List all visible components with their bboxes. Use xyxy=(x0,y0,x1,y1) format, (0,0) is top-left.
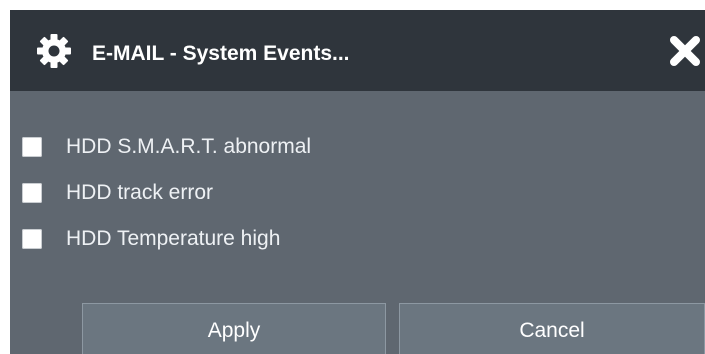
checkbox-hdd-temperature-high[interactable] xyxy=(22,229,42,249)
email-system-events-dialog: E-MAIL - System Events... HDD S.M.A.R.T.… xyxy=(10,10,705,354)
checkbox-hdd-track-error[interactable] xyxy=(22,183,42,203)
dialog-title: E-MAIL - System Events... xyxy=(92,42,350,65)
option-label: HDD S.M.A.R.T. abnormal xyxy=(66,135,312,158)
option-hdd-temperature-high[interactable]: HDD Temperature high xyxy=(22,226,422,256)
option-label: HDD Temperature high xyxy=(66,227,281,250)
checkbox-hdd-smart-abnormal[interactable] xyxy=(22,137,42,157)
close-icon[interactable] xyxy=(668,34,702,68)
option-hdd-smart-abnormal[interactable]: HDD S.M.A.R.T. abnormal xyxy=(22,134,422,164)
dialog-titlebar: E-MAIL - System Events... xyxy=(10,10,705,91)
option-label: HDD track error xyxy=(66,181,214,204)
option-hdd-track-error[interactable]: HDD track error xyxy=(22,180,422,210)
apply-button[interactable]: Apply xyxy=(82,303,386,354)
gear-icon xyxy=(37,34,71,68)
cancel-button[interactable]: Cancel xyxy=(399,303,705,354)
